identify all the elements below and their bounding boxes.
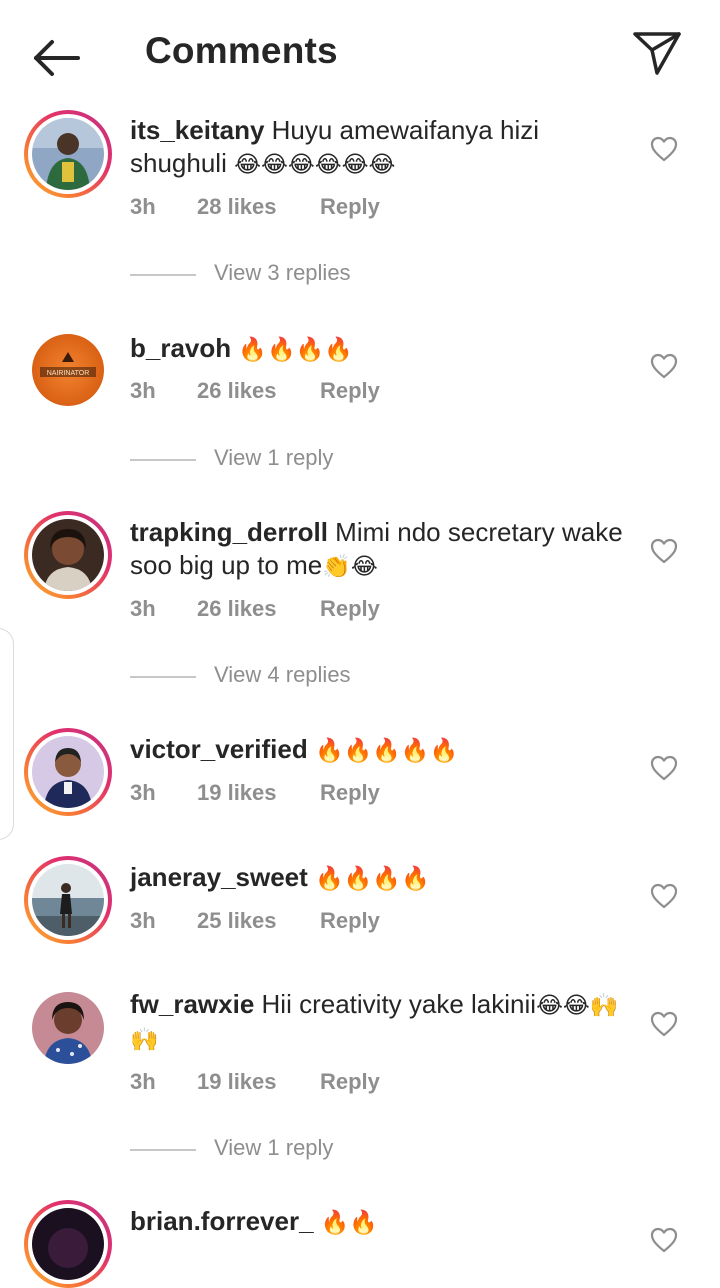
comment-username[interactable]: trapking_derroll (130, 517, 328, 547)
comment-emojis: 🔥🔥🔥🔥🔥 (314, 737, 459, 763)
replies-divider (130, 676, 196, 678)
comment-time: 3h (130, 194, 156, 219)
reply-button[interactable]: Reply (320, 1069, 380, 1095)
reply-button[interactable]: Reply (320, 194, 380, 220)
comment-likes[interactable]: 26 likes (197, 378, 277, 404)
page-title: Comments (145, 30, 338, 71)
avatar[interactable] (24, 984, 112, 1072)
view-replies-label: View 1 reply (214, 1135, 334, 1160)
comment-likes[interactable]: 26 likes (197, 596, 277, 622)
comment-username[interactable]: brian.forrever_ (130, 1206, 314, 1236)
heart-icon[interactable] (650, 353, 678, 379)
comment-likes[interactable]: 19 likes (197, 1069, 277, 1095)
replies-divider (130, 1149, 196, 1151)
avatar[interactable] (24, 110, 112, 198)
comment-likes[interactable]: 28 likes (197, 194, 277, 220)
comment-username[interactable]: fw_rawxie (130, 989, 254, 1019)
avatar[interactable] (24, 1200, 112, 1288)
heart-icon[interactable] (650, 136, 678, 162)
comment-text: fw_rawxie Hii creativity yake lakinii😂😂🙌… (130, 988, 630, 1056)
comment-text: janeray_sweet 🔥🔥🔥🔥 (130, 861, 630, 895)
avatar-image (32, 519, 104, 591)
replies-divider (130, 274, 196, 276)
avatar-image (32, 992, 104, 1064)
avatar[interactable] (24, 856, 112, 944)
paper-plane-icon (633, 32, 681, 75)
heart-icon[interactable] (650, 755, 678, 781)
comment-time: 3h (130, 908, 156, 933)
avatar[interactable]: NAIRINATOR (24, 326, 112, 414)
comment-likes[interactable]: 25 likes (197, 908, 277, 934)
comment-text: trapking_derroll Mimi ndo secretary wake… (130, 516, 630, 583)
avatar-logo-text: NAIRINATOR (47, 370, 90, 377)
avatar-image (32, 736, 104, 808)
view-replies-label: View 4 replies (214, 662, 351, 687)
back-button[interactable] (28, 34, 84, 82)
share-button[interactable] (630, 28, 684, 78)
view-replies-label: View 3 replies (214, 260, 351, 285)
avatar-image (32, 864, 104, 936)
reply-button[interactable]: Reply (320, 378, 380, 404)
comment-username[interactable]: its_keitany (130, 115, 264, 145)
comment-username[interactable]: victor_verified (130, 734, 308, 764)
heart-icon[interactable] (650, 1011, 678, 1037)
comment-body: Hii creativity yake lakinii (261, 989, 537, 1019)
comment-time: 3h (130, 1069, 156, 1094)
comment-emojis: 🔥🔥 (320, 1209, 379, 1235)
comment-time: 3h (130, 780, 156, 805)
avatar-image (32, 118, 104, 190)
comment-time: 3h (130, 596, 156, 621)
header-bar: Comments (0, 0, 720, 110)
heart-icon[interactable] (650, 883, 678, 909)
avatar-image (32, 1208, 104, 1280)
comment-username[interactable]: b_ravoh (130, 333, 231, 363)
avatar[interactable] (24, 511, 112, 599)
view-replies-label: View 1 reply (214, 445, 334, 470)
comment-emojis: 👏😂 (322, 553, 378, 579)
replies-divider (130, 459, 196, 461)
avatar-image: NAIRINATOR (32, 334, 104, 406)
reply-button[interactable]: Reply (320, 908, 380, 934)
heart-icon[interactable] (650, 1227, 678, 1253)
comment-username[interactable]: janeray_sweet (130, 862, 308, 892)
edge-panel (0, 628, 14, 840)
heart-icon[interactable] (650, 538, 678, 564)
avatar[interactable] (24, 728, 112, 816)
comment-emojis: 🔥🔥🔥🔥 (238, 336, 353, 362)
arrow-left-icon (34, 40, 80, 76)
comment-text: brian.forrever_ 🔥🔥 (130, 1205, 630, 1239)
comment-text: b_ravoh 🔥🔥🔥🔥 (130, 332, 630, 366)
reply-button[interactable]: Reply (320, 780, 380, 806)
comment-text: its_keitany Huyu amewaifanya hizi shughu… (130, 114, 630, 181)
comment-likes[interactable]: 19 likes (197, 780, 277, 806)
reply-button[interactable]: Reply (320, 596, 380, 622)
comment-emojis: 🔥🔥🔥🔥 (315, 865, 430, 891)
comment-text: victor_verified 🔥🔥🔥🔥🔥 (130, 733, 630, 767)
comment-time: 3h (130, 378, 156, 403)
comment-emojis: 😂😂😂😂😂😂 (234, 151, 396, 177)
